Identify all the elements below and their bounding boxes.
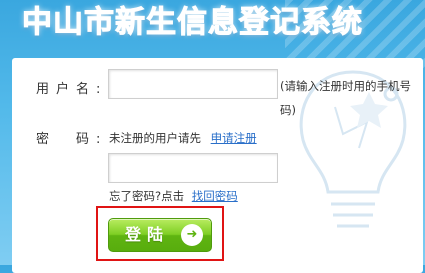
login-button[interactable]: 登陆 ➜ xyxy=(108,218,212,252)
forgot-password-link[interactable]: 找回密码 xyxy=(192,189,238,203)
login-button-label: 登陆 xyxy=(125,225,170,244)
register-prompt: 未注册的用户请先 申请注册 xyxy=(109,130,257,146)
password-input[interactable] xyxy=(108,153,278,183)
register-link[interactable]: 申请注册 xyxy=(211,131,257,145)
password-label: 密 码: xyxy=(36,132,108,147)
forgot-prompt: 忘了密码?点击 找回密码 xyxy=(109,188,238,204)
register-prompt-text: 未注册的用户请先 xyxy=(109,131,201,145)
arrow-right-icon: ➜ xyxy=(181,224,203,246)
username-input[interactable] xyxy=(108,69,278,99)
forgot-prompt-text: 忘了密码?点击 xyxy=(109,189,185,203)
page-title: 中山市新生信息登记系统 xyxy=(22,5,363,41)
username-label: 用户名: xyxy=(36,82,108,97)
username-hint: (请输入注册时用的手机号码) xyxy=(280,79,411,117)
